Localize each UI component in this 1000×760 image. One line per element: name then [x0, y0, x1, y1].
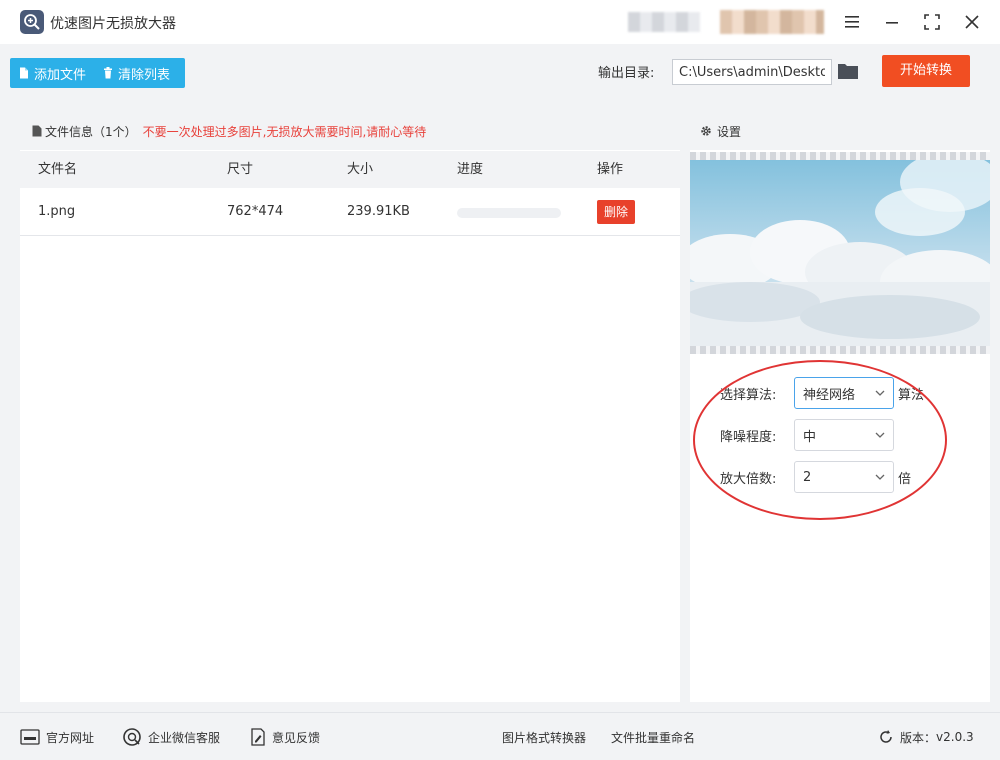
format-converter-link[interactable]: 图片格式转换器 [502, 713, 586, 760]
file-panel: 文件信息（1个） 不要一次处理过多图片,无损放大需要时间,请耐心等待 文件名 尺… [20, 112, 680, 702]
denoise-select[interactable]: 中 [794, 419, 894, 451]
folder-icon[interactable] [837, 62, 859, 80]
document-icon [20, 67, 28, 79]
feedback-link[interactable]: 意见反馈 [250, 713, 320, 760]
col-dimensions: 尺寸 [227, 162, 254, 177]
preview-image [690, 152, 990, 354]
version-check[interactable]: 版本： v2.0.3 [878, 713, 974, 760]
gear-icon [701, 126, 711, 136]
table-header: 文件名 尺寸 大小 进度 操作 [20, 150, 680, 188]
website-icon [20, 729, 40, 745]
batch-rename-label: 文件批量重命名 [611, 730, 696, 745]
feedback-label: 意见反馈 [272, 730, 321, 745]
wechat-label: 企业微信客服 [148, 730, 221, 745]
chevron-down-icon [875, 390, 885, 396]
format-converter-label: 图片格式转换器 [502, 730, 587, 745]
settings-title: 设置 [717, 124, 742, 139]
maximize-icon[interactable] [920, 10, 944, 34]
chevron-down-icon [875, 474, 885, 480]
file-panel-header: 文件信息（1个） 不要一次处理过多图片,无损放大需要时间,请耐心等待 [20, 112, 680, 150]
scale-suffix: 倍 [898, 471, 912, 487]
wechat-service-link[interactable]: 企业微信客服 [122, 713, 220, 760]
algorithm-value: 神经网络 [803, 387, 856, 403]
app-title: 优速图片无损放大器 [50, 16, 176, 32]
add-file-label: 添加文件 [34, 67, 87, 83]
processing-warning: 不要一次处理过多图片,无损放大需要时间,请耐心等待 [142, 124, 427, 139]
table-row[interactable]: 1.png 762*474 239.91KB 删除 [20, 188, 680, 236]
film-strip-top [690, 152, 990, 160]
version-label: 版本： [900, 730, 937, 745]
menu-icon[interactable] [840, 10, 864, 34]
website-label: 官方网址 [46, 730, 95, 745]
denoise-value: 中 [803, 429, 817, 445]
denoise-row: 降噪程度: 中 [720, 419, 980, 451]
algorithm-select[interactable]: 神经网络 [794, 377, 894, 409]
chevron-down-icon [875, 432, 885, 438]
close-icon[interactable] [960, 10, 984, 34]
scale-label: 放大倍数: [720, 471, 777, 487]
row-filename: 1.png [38, 204, 76, 219]
col-action: 操作 [597, 162, 624, 177]
denoise-label: 降噪程度: [720, 429, 777, 445]
scale-select[interactable]: 2 [794, 461, 894, 493]
blurred-user-avatar [720, 10, 824, 34]
trash-icon [104, 67, 113, 79]
app-logo-icon [20, 10, 44, 34]
clear-list-label: 清除列表 [118, 67, 171, 83]
col-progress: 进度 [457, 162, 484, 177]
col-filename: 文件名 [38, 162, 78, 177]
output-dir-input[interactable] [672, 59, 832, 85]
delete-button[interactable]: 删除 [597, 200, 636, 224]
clear-list-button[interactable]: 清除列表 [94, 58, 178, 88]
file-button-group: 添加文件 清除列表 [10, 58, 185, 88]
col-filesize: 大小 [347, 162, 374, 177]
start-convert-button[interactable]: 开始转换 [882, 55, 970, 87]
version-number: v2.0.3 [936, 730, 974, 744]
row-dimensions: 762*474 [227, 204, 284, 219]
website-link[interactable]: 官方网址 [20, 713, 94, 760]
algorithm-label: 选择算法: [720, 387, 777, 403]
algorithm-row: 选择算法: 神经网络 算法 [720, 377, 980, 409]
refresh-icon [880, 730, 892, 743]
feedback-icon [251, 728, 265, 746]
footer: 官方网址 企业微信客服 意见反馈 图片格式转换器 文件批量重命名 版本： v2.… [0, 712, 1000, 760]
file-info-icon [32, 125, 42, 137]
row-filesize: 239.91KB [347, 204, 410, 219]
blurred-account-info [628, 12, 700, 32]
film-strip-bottom [690, 346, 990, 354]
title-bar: 优速图片无损放大器 [0, 0, 1000, 44]
settings-header: 设置 [690, 112, 990, 150]
chat-icon [123, 728, 141, 746]
row-progress-bar [457, 208, 561, 218]
scale-value: 2 [803, 469, 812, 485]
scale-row: 放大倍数: 2 倍 [720, 461, 980, 493]
file-count-title: 文件信息（1个） [45, 124, 137, 139]
add-file-button[interactable]: 添加文件 [10, 58, 94, 88]
algorithm-suffix: 算法 [898, 387, 925, 403]
output-dir-label: 输出目录: [598, 66, 655, 81]
batch-rename-link[interactable]: 文件批量重命名 [611, 713, 695, 760]
minimize-icon[interactable] [880, 10, 904, 34]
